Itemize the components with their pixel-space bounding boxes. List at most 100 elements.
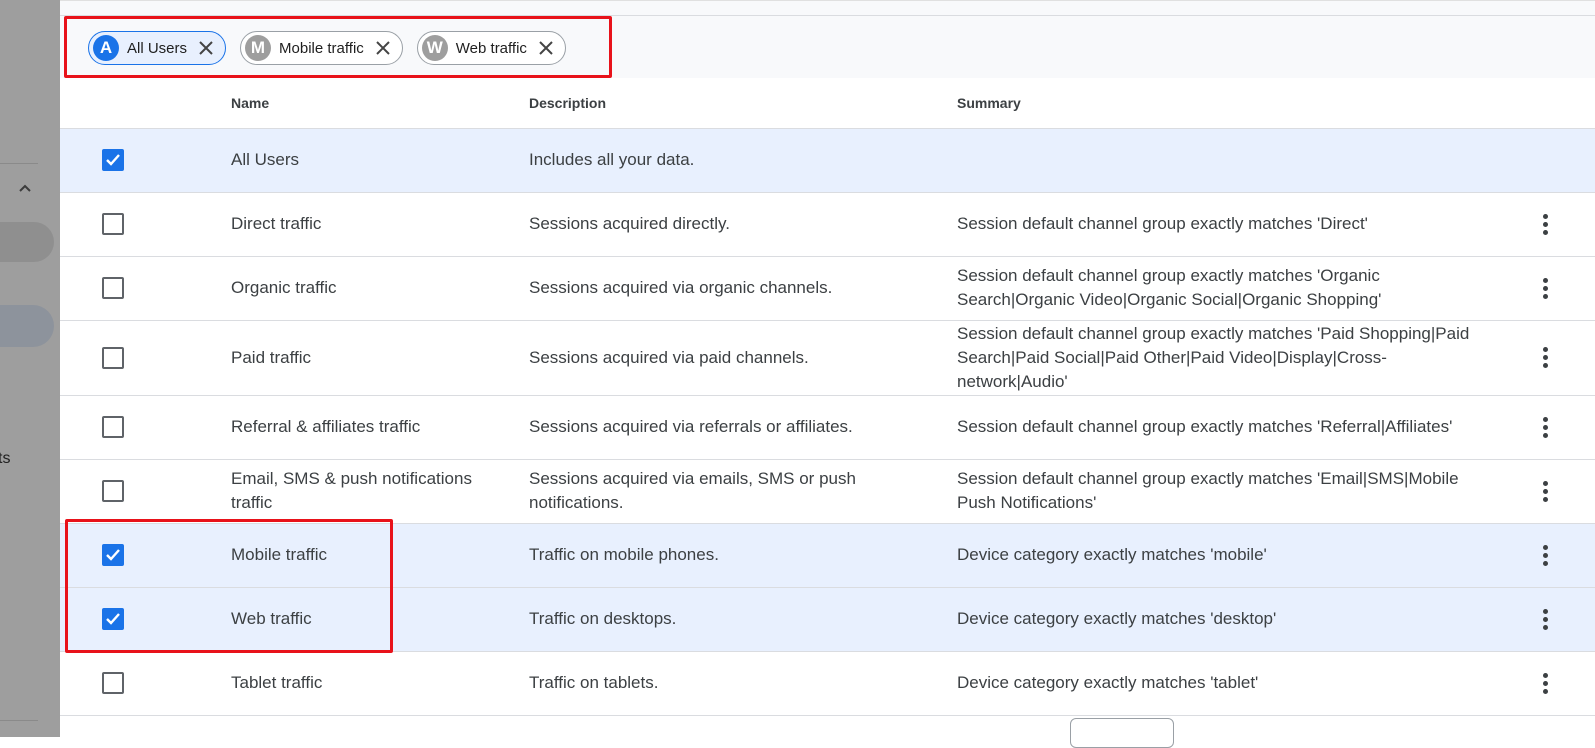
- topbar-divider: [60, 15, 1595, 16]
- close-icon[interactable]: [372, 37, 394, 59]
- more-vert-icon[interactable]: [1533, 605, 1557, 633]
- background-divider: [0, 720, 38, 721]
- row-description: Sessions acquired via organic channels.: [529, 256, 957, 321]
- table-row[interactable]: All Users Includes all your data.: [60, 128, 1595, 193]
- header-menu-cell: [1511, 78, 1595, 129]
- row-name: Mobile traffic: [231, 523, 529, 588]
- row-summary: [957, 128, 1511, 193]
- row-checkbox[interactable]: [102, 346, 124, 369]
- table-row[interactable]: Mobile traffic Traffic on mobile phones.…: [60, 523, 1595, 588]
- row-summary: Device category exactly matches 'tablet': [957, 651, 1511, 716]
- row-menu-cell: [1511, 651, 1595, 716]
- row-description: Sessions acquired via referrals or affil…: [529, 395, 957, 460]
- more-vert-icon[interactable]: [1533, 210, 1557, 238]
- row-name: Paid traffic: [231, 320, 529, 396]
- row-name: Email, SMS & push notifications traffic: [231, 459, 529, 524]
- check-icon: [106, 613, 120, 625]
- chip-label: Mobile traffic: [279, 39, 364, 57]
- close-icon[interactable]: [535, 37, 557, 59]
- more-vert-icon[interactable]: [1533, 669, 1557, 697]
- row-menu-cell: [1511, 256, 1595, 321]
- row-checkbox[interactable]: [102, 544, 124, 566]
- row-menu-cell: [1511, 523, 1595, 588]
- header-name: Name: [231, 78, 529, 129]
- table-row[interactable]: Direct traffic Sessions acquired directl…: [60, 192, 1595, 257]
- chip-web-traffic[interactable]: W Web traffic: [416, 31, 566, 65]
- row-summary: Session default channel group exactly ma…: [957, 459, 1511, 524]
- row-summary: Session default channel group exactly ma…: [957, 320, 1511, 396]
- row-checkbox[interactable]: [102, 149, 124, 171]
- comparisons-table: Name Description Summary All Users Inclu…: [60, 78, 1595, 716]
- row-description: Traffic on mobile phones.: [529, 523, 957, 588]
- row-checkbox[interactable]: [102, 608, 124, 630]
- row-menu-cell: [1511, 395, 1595, 460]
- row-checkbox[interactable]: [102, 213, 124, 235]
- row-description: Traffic on desktops.: [529, 587, 957, 652]
- row-menu-cell: [1511, 587, 1595, 652]
- more-vert-icon[interactable]: [1533, 541, 1557, 569]
- row-name: All Users: [231, 128, 529, 193]
- footer-button[interactable]: [1070, 718, 1174, 748]
- row-checkbox-cell: [60, 256, 231, 321]
- row-checkbox-cell: [60, 587, 231, 652]
- header-checkbox-cell: [60, 78, 231, 129]
- chip-avatar: W: [421, 35, 448, 61]
- row-name: Direct traffic: [231, 192, 529, 257]
- table-row[interactable]: Organic traffic Sessions acquired via or…: [60, 256, 1595, 321]
- selected-chips: A All Users M Mobile traffic W Web traff…: [88, 31, 566, 65]
- row-description: Sessions acquired via emails, SMS or pus…: [529, 459, 957, 524]
- chip-label: All Users: [127, 39, 188, 57]
- chevron-up-icon: [18, 182, 38, 202]
- table-row[interactable]: Paid traffic Sessions acquired via paid …: [60, 320, 1595, 396]
- row-checkbox[interactable]: [102, 416, 124, 438]
- row-checkbox-cell: [60, 523, 231, 588]
- check-icon: [106, 549, 120, 561]
- row-checkbox[interactable]: [102, 480, 124, 502]
- close-icon[interactable]: [195, 37, 217, 59]
- more-vert-icon[interactable]: [1533, 344, 1557, 372]
- table-header-row: Name Description Summary: [60, 78, 1595, 129]
- background-text: ts: [0, 450, 11, 467]
- table-row[interactable]: Web traffic Traffic on desktops. Device …: [60, 587, 1595, 652]
- row-menu-cell: [1511, 128, 1595, 193]
- more-vert-icon[interactable]: [1533, 274, 1557, 302]
- selected-comparisons-bar: A All Users M Mobile traffic W Web traff…: [60, 0, 1595, 78]
- row-checkbox-cell: [60, 651, 231, 716]
- more-vert-icon[interactable]: [1533, 477, 1557, 505]
- table-row[interactable]: Referral & affiliates traffic Sessions a…: [60, 395, 1595, 460]
- background-page-overlay: ts: [0, 0, 60, 737]
- row-checkbox-cell: [60, 395, 231, 460]
- row-menu-cell: [1511, 192, 1595, 257]
- header-summary: Summary: [957, 78, 1511, 129]
- comparison-panel: A All Users M Mobile traffic W Web traff…: [60, 0, 1595, 748]
- row-menu-cell: [1511, 320, 1595, 396]
- row-name: Web traffic: [231, 587, 529, 652]
- table-row[interactable]: Tablet traffic Traffic on tablets. Devic…: [60, 651, 1595, 716]
- chip-all-users[interactable]: A All Users: [88, 31, 227, 65]
- row-menu-cell: [1511, 459, 1595, 524]
- check-icon: [106, 154, 120, 166]
- row-checkbox-cell: [60, 320, 231, 396]
- more-vert-icon[interactable]: [1533, 413, 1557, 441]
- table-row[interactable]: Email, SMS & push notifications traffic …: [60, 459, 1595, 524]
- row-description: Includes all your data.: [529, 128, 957, 193]
- chip-label: Web traffic: [455, 39, 527, 57]
- row-name: Referral & affiliates traffic: [231, 395, 529, 460]
- row-checkbox-cell: [60, 459, 231, 524]
- row-name: Tablet traffic: [231, 651, 529, 716]
- chip-mobile-traffic[interactable]: M Mobile traffic: [240, 31, 403, 65]
- background-nav-item: [0, 222, 54, 262]
- row-description: Sessions acquired via paid channels.: [529, 320, 957, 396]
- row-checkbox-cell: [60, 192, 231, 257]
- row-summary: Session default channel group exactly ma…: [957, 395, 1511, 460]
- background-divider: [0, 163, 38, 164]
- chip-avatar: M: [245, 35, 272, 61]
- header-description: Description: [529, 78, 957, 129]
- row-checkbox-cell: [60, 128, 231, 193]
- row-checkbox[interactable]: [102, 672, 124, 694]
- row-summary: Device category exactly matches 'desktop…: [957, 587, 1511, 652]
- row-summary: Session default channel group exactly ma…: [957, 192, 1511, 257]
- row-description: Sessions acquired directly.: [529, 192, 957, 257]
- row-checkbox[interactable]: [102, 277, 124, 299]
- row-name: Organic traffic: [231, 256, 529, 321]
